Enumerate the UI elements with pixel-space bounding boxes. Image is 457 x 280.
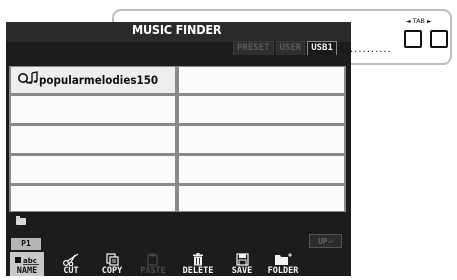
name-button-label: NAME [16,266,38,276]
file-slot-empty[interactable] [179,67,344,93]
file-item-label: popularmelodies150 [39,72,159,87]
save-button[interactable]: SAVE [226,252,258,276]
delete-button[interactable]: DELETE [178,252,218,276]
delete-button-label: DELETE [182,266,214,276]
scissors-icon [62,253,80,266]
file-slot-empty[interactable] [179,126,344,153]
disk-icon [235,253,249,266]
folder-icon [16,216,26,225]
tab-label-text: TAB [412,17,425,25]
tab-user[interactable]: USER [275,41,306,55]
arrow-right-icon: ► [427,17,432,25]
tab-preset[interactable]: PRESET [233,41,274,55]
file-slot-empty[interactable] [11,186,175,211]
file-grid: popularmelodies150 [9,66,346,212]
copy-button-label: COPY [101,266,123,276]
cut-button-label: CUT [63,266,79,276]
file-slot-empty[interactable] [11,156,175,183]
file-slot-empty[interactable] [179,156,344,183]
file-slot-empty[interactable] [179,96,344,123]
tab-strip: PRESET USER USB1 [233,41,337,55]
up-arrow-icon: ⏎ [328,236,333,246]
copy-icon [104,253,120,266]
page-indicator[interactable]: P1 [11,238,41,250]
svg-text:abc: abc [23,257,37,265]
paste-button[interactable]: PASTE [135,252,171,276]
paste-button-label: PASTE [140,266,166,276]
file-slot-empty[interactable] [11,96,175,123]
file-slot-empty[interactable] [179,186,344,211]
new-folder-button[interactable]: FOLDER [263,252,303,276]
name-button[interactable]: abc NAME [10,252,44,276]
file-item-content: popularmelodies150 [18,71,158,88]
up-button[interactable]: UP ⏎ [309,234,342,248]
new-folder-icon [273,253,293,266]
window-title: MUSIC FINDER [132,22,222,37]
file-slot-empty[interactable] [11,126,175,153]
tab-button-label: ◄ TAB ► [406,17,432,25]
up-button-label: UP [318,236,328,246]
cut-button[interactable]: CUT [54,252,88,276]
tab-left-button[interactable] [404,30,422,48]
tab-right-button[interactable] [430,30,448,48]
folder-button-label: FOLDER [267,266,299,276]
arrow-left-icon: ◄ [406,17,411,25]
abc-icon: abc [14,253,40,266]
save-button-label: SAVE [231,266,253,276]
paste-icon [146,253,160,266]
tab-usb1[interactable]: USB1 [307,41,337,55]
copy-button[interactable]: COPY [95,252,129,276]
callout-dots: .......... [350,44,392,55]
music-note-icon [18,71,38,88]
trash-icon [192,253,204,266]
file-item[interactable]: popularmelodies150 [11,67,175,93]
